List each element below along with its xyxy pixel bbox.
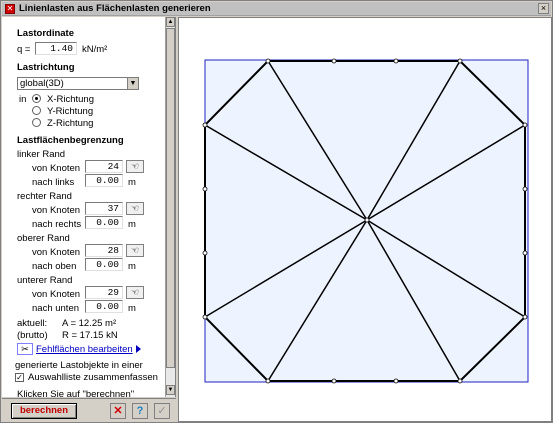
left-offset-label: nach links [32, 177, 75, 188]
bottom-offset-unit: m [128, 303, 136, 314]
edit-gaps-link[interactable]: Fehlflächen bearbeiten [36, 344, 133, 355]
left-offset-unit: m [128, 177, 136, 188]
calculate-button[interactable]: berechnen [11, 403, 77, 419]
scroll-up-icon[interactable]: ▲ [166, 17, 175, 27]
radio-x-label: X-Richtung [47, 94, 94, 105]
right-edge-title: rechter Rand [17, 191, 72, 202]
bottom-offset-label: nach unten [32, 303, 80, 314]
node[interactable] [331, 58, 337, 64]
node[interactable] [202, 186, 208, 192]
top-offset-label: nach oben [32, 261, 77, 272]
edit-gaps-link-row[interactable]: ✂ Fehlflächen bearbeiten [17, 343, 141, 355]
window-title: Linienlasten aus Flächenlasten generiere… [19, 3, 211, 14]
bottom-node-label: von Knoten [32, 289, 81, 300]
in-label: in [19, 94, 27, 105]
node[interactable] [331, 378, 337, 384]
direction-select[interactable]: global(3D) ▼ [17, 77, 139, 90]
boundary-heading: Lastflächenbegrenzung [17, 135, 124, 146]
combine-checkbox[interactable]: ✓ [15, 373, 24, 382]
left-offset-input[interactable]: 0.00 [85, 174, 123, 187]
title-bar: ✕ Linienlasten aus Flächenlasten generie… [2, 2, 551, 16]
right-node-input[interactable]: 37 [85, 202, 123, 215]
node[interactable] [265, 58, 271, 64]
radio-z-label: Z-Richtung [47, 118, 94, 129]
panel-scrollbar[interactable]: ▲ ▼ [165, 17, 175, 397]
node-pick-icon[interactable]: ☜ [126, 160, 144, 173]
center-node[interactable] [364, 217, 370, 223]
bottom-offset-input[interactable]: 0.00 [85, 300, 123, 313]
scissors-icon[interactable]: ✂ [17, 343, 33, 355]
checkmark-icon[interactable]: ✓ [154, 403, 170, 419]
button-bar: berechnen ✕ ? ✓ [2, 398, 176, 422]
generated-text: generierte Lastobjekte in einer [15, 360, 143, 371]
q-input[interactable]: 1.40 [35, 42, 77, 55]
left-node-input[interactable]: 24 [85, 160, 123, 173]
scroll-thumb[interactable] [166, 28, 175, 368]
node[interactable] [393, 378, 399, 384]
node[interactable] [457, 58, 463, 64]
radio-y[interactable] [32, 106, 41, 115]
load-area-drawing [202, 58, 529, 384]
load-heading: Lastordinate [17, 28, 75, 39]
left-node-label: von Knoten [32, 163, 81, 174]
node[interactable] [457, 378, 463, 384]
link-arrow-icon [135, 345, 141, 353]
node[interactable] [202, 250, 208, 256]
top-node-input[interactable]: 28 [85, 244, 123, 257]
radio-z[interactable] [32, 118, 41, 127]
area-value: A = 12.25 m² [62, 318, 117, 329]
top-edge-title: oberer Rand [17, 233, 70, 244]
hint-text: Klicken Sie auf "berechnen" [17, 389, 135, 397]
bottom-node-input[interactable]: 29 [85, 286, 123, 299]
top-offset-input[interactable]: 0.00 [85, 258, 123, 271]
top-node-label: von Knoten [32, 247, 81, 258]
right-offset-unit: m [128, 219, 136, 230]
node[interactable] [522, 250, 528, 256]
node-pick-icon[interactable]: ☜ [126, 244, 144, 257]
radio-y-label: Y-Richtung [47, 106, 94, 117]
node[interactable] [393, 58, 399, 64]
drawing-canvas[interactable] [178, 17, 552, 422]
chevron-down-icon[interactable]: ▼ [127, 78, 138, 89]
node-pick-icon[interactable]: ☜ [126, 286, 144, 299]
top-offset-unit: m [128, 261, 136, 272]
resultant-value: R = 17.15 kN [62, 330, 118, 341]
radio-x[interactable] [32, 94, 41, 103]
right-offset-input[interactable]: 0.00 [85, 216, 123, 229]
app-icon: ✕ [5, 3, 15, 14]
help-icon[interactable]: ? [132, 403, 148, 419]
combine-checkbox-label: Auswahlliste zusammenfassen [28, 372, 158, 383]
node[interactable] [202, 122, 208, 128]
node[interactable] [522, 186, 528, 192]
node[interactable] [522, 314, 528, 320]
q-unit: kN/m² [82, 44, 108, 55]
close-button[interactable]: × [538, 3, 549, 14]
q-label: q = [17, 44, 31, 55]
gross-label: (brutto) [17, 330, 48, 341]
node[interactable] [202, 314, 208, 320]
right-node-label: von Knoten [32, 205, 81, 216]
cancel-icon[interactable]: ✕ [110, 403, 126, 419]
scroll-down-icon[interactable]: ▼ [166, 385, 175, 395]
direction-select-value: global(3D) [20, 78, 64, 89]
bottom-edge-title: unterer Rand [17, 275, 73, 286]
node-pick-icon[interactable]: ☜ [126, 202, 144, 215]
current-label: aktuell: [17, 318, 48, 329]
direction-heading: Lastrichtung [17, 62, 75, 73]
right-offset-label: nach rechts [32, 219, 82, 230]
dialog-window: ✕ Linienlasten aus Flächenlasten generie… [0, 0, 553, 423]
node[interactable] [522, 122, 528, 128]
node[interactable] [265, 378, 271, 384]
settings-panel: Lastordinate q = 1.40 kN/m² Lastrichtung… [2, 17, 176, 397]
left-edge-title: linker Rand [17, 149, 66, 160]
